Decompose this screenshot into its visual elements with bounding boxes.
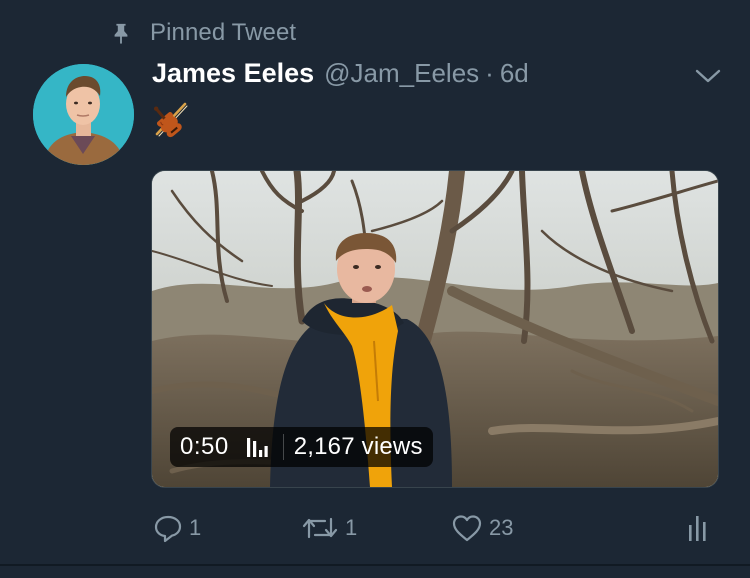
pinned-label: Pinned Tweet [150,19,297,46]
timestamp[interactable]: 6d [500,58,529,89]
tweet-header: James Eeles @Jam_Eeles · 6d [152,58,529,98]
analytics-icon [689,516,706,541]
retweet-count: 1 [345,515,358,540]
video-player[interactable]: 0:50 2,167 views [151,170,719,488]
view-count: 2,167 views [293,433,423,460]
pinned-tweet-row: Pinned Tweet [110,18,296,48]
retweet-button[interactable]: 1 [301,508,357,548]
chevron-down-icon[interactable] [694,66,722,86]
overlay-divider [282,434,284,460]
reply-button[interactable]: 1 [153,508,201,548]
tweet-divider [0,564,750,566]
user-handle[interactable]: @Jam_Eeles [324,58,479,89]
display-name[interactable]: James Eeles [152,58,314,89]
analytics-button[interactable] [687,508,711,548]
retweet-icon [302,517,338,539]
action-bar: 1 1 23 [151,508,721,548]
pin-icon [114,23,128,44]
avatar-image [33,64,134,165]
reply-icon [154,515,182,543]
separator-dot: · [485,58,494,88]
video-info-overlay: 0:50 2,167 views [170,427,433,467]
violin-emoji [153,102,188,138]
tweet[interactable]: Pinned Tweet James Eeles @Jam_Eeles · 6d [0,0,750,578]
bar-chart-icon [246,438,268,457]
reply-count: 1 [189,515,202,540]
avatar[interactable] [33,64,134,165]
heart-icon [452,515,482,542]
video-duration: 0:50 [180,433,229,460]
like-button[interactable]: 23 [451,508,513,548]
like-count: 23 [489,515,514,540]
